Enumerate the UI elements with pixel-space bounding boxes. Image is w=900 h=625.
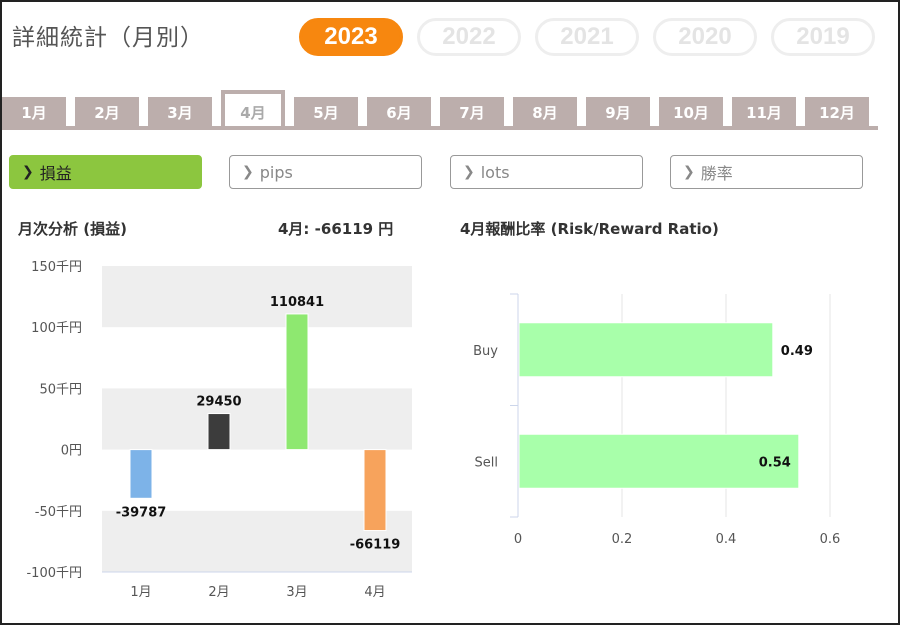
y-tick-label: 100千円 — [31, 321, 82, 336]
year-tab-2023[interactable]: 2023 — [299, 18, 403, 56]
month-tab-2[interactable]: 2月 — [75, 97, 139, 127]
chevron-right-icon: ❯ — [463, 164, 475, 180]
y-tick-label: 150千円 — [31, 260, 82, 275]
y-tick-label: -100千円 — [26, 566, 82, 581]
month-tab-3[interactable]: 3月 — [148, 97, 212, 127]
year-tab-2021[interactable]: 2021 — [535, 18, 639, 56]
month-tab-6[interactable]: 6月 — [367, 97, 431, 127]
rr-bar-buy[interactable] — [518, 322, 774, 378]
month-tab-5[interactable]: 5月 — [294, 97, 358, 127]
year-tab-2019[interactable]: 2019 — [771, 18, 875, 56]
y-category-label: Buy — [473, 344, 498, 359]
y-tick-label: 50千円 — [39, 382, 82, 397]
month-tab-11[interactable]: 11月 — [732, 97, 796, 127]
bar-data-label: -39787 — [116, 505, 167, 520]
month-tab-1[interactable]: 1月 — [2, 97, 66, 127]
month-tab-4[interactable]: 4月 — [221, 90, 285, 130]
x-tick-label: 3月 — [286, 585, 307, 600]
metric-button-2[interactable]: ❯ pips — [229, 155, 422, 189]
monthly-summary-value: 4月: -66119 円 — [278, 220, 394, 238]
metric-label: 勝率 — [700, 164, 733, 183]
rr-data-label: 0.49 — [781, 344, 813, 359]
grid-band — [102, 266, 412, 328]
risk-reward-title: 4月報酬比率 (Risk/Reward Ratio) — [460, 220, 719, 238]
metric-button-4[interactable]: ❯ 勝率 — [670, 155, 863, 189]
chevron-right-icon: ❯ — [683, 164, 695, 180]
x-tick-label: 2月 — [208, 585, 229, 600]
month-tab-7[interactable]: 7月 — [440, 97, 504, 127]
metric-button-3[interactable]: ❯ lots — [450, 155, 643, 189]
bar-data-label: 29450 — [196, 395, 241, 410]
month-tabs-underline — [2, 126, 878, 130]
month-tab-10[interactable]: 10月 — [659, 97, 723, 127]
bar-data-label: -66119 — [350, 538, 401, 553]
risk-reward-chart: 0 0.2 0.4 0.6 0.49 Buy 0.54 Sell — [473, 293, 841, 547]
x-tick-label: 4月 — [364, 585, 385, 600]
bar-4[interactable] — [363, 449, 387, 532]
monthly-pnl-chart: 150千円 100千円 50千円 0円 -50千円 -100千円 -39787 1月 29450… — [26, 260, 412, 600]
window-frame: 詳細統計（月別） 2023 2022 2021 2020 2019 1月 2月 3月 4月 5月… — [0, 0, 900, 625]
monthly-analysis-title: 月次分析 (損益) — [18, 220, 127, 238]
x-tick-label: 0.6 — [820, 532, 841, 547]
metric-label: 損益 — [39, 164, 72, 183]
page-title: 詳細統計（月別） — [12, 25, 204, 51]
x-tick-label: 0 — [514, 532, 522, 547]
y-tick-label: 0円 — [61, 444, 82, 459]
y-tick-label: -50千円 — [35, 505, 82, 520]
bar-1[interactable] — [129, 449, 153, 499]
metric-button-1[interactable]: ❯ 損益 — [9, 155, 202, 189]
rr-data-label: 0.54 — [759, 455, 791, 470]
year-tab-2022[interactable]: 2022 — [417, 18, 521, 56]
chevron-right-icon: ❯ — [22, 164, 34, 180]
month-tab-9[interactable]: 9月 — [586, 97, 650, 127]
x-tick-label: 0.2 — [612, 532, 633, 547]
bar-data-label: 110841 — [270, 295, 324, 310]
metric-label: pips — [259, 162, 293, 182]
bar-3[interactable] — [285, 313, 309, 451]
grid-band — [102, 388, 412, 450]
rr-bar-sell[interactable] — [518, 433, 800, 489]
year-tab-2020[interactable]: 2020 — [653, 18, 757, 56]
bar-2[interactable] — [207, 413, 231, 451]
month-tab-8[interactable]: 8月 — [513, 97, 577, 127]
chevron-right-icon: ❯ — [242, 164, 254, 180]
metric-label: lots — [480, 162, 510, 182]
month-tab-12[interactable]: 12月 — [805, 97, 869, 127]
x-tick-label: 0.4 — [716, 532, 737, 547]
y-category-label: Sell — [475, 455, 498, 470]
x-tick-label: 1月 — [130, 585, 151, 600]
